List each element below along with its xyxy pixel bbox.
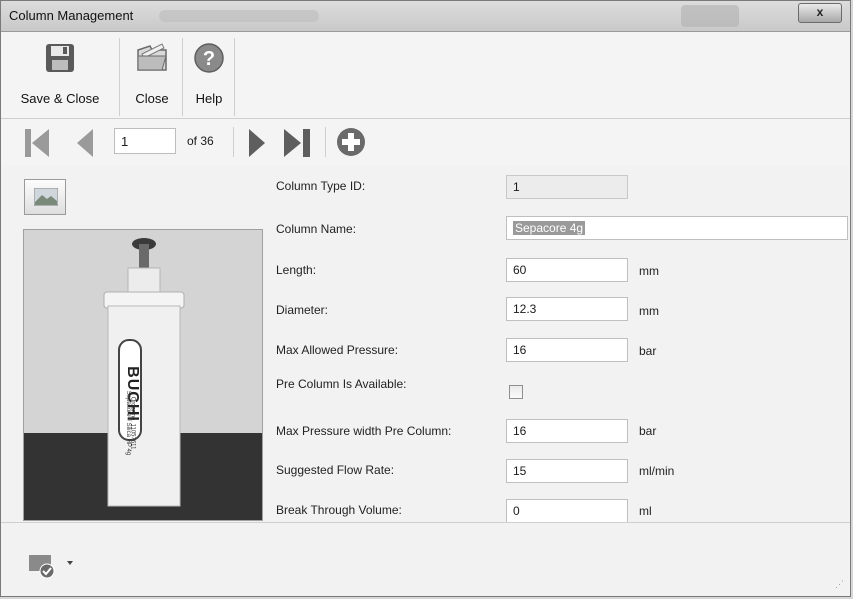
- max-pressure-label: Max Allowed Pressure:: [276, 343, 399, 357]
- pre-column-checkbox[interactable]: [509, 385, 523, 399]
- max-pressure-unit: bar: [639, 344, 657, 358]
- close-folder-icon: [132, 40, 172, 79]
- pre-column-label: Pre Column Is Available:: [276, 377, 407, 391]
- flow-rate-unit: ml/min: [639, 464, 675, 478]
- help-label: Help: [195, 91, 223, 106]
- flow-rate-field[interactable]: 15: [506, 459, 628, 483]
- photo-product-text: Sepacore® Silica HP 4g: [125, 390, 132, 456]
- help-question-icon: ?: [191, 40, 227, 79]
- column-name-value: Sepacore 4g: [513, 221, 586, 235]
- column-photo: BUCHI Order no. 11057611 Sepacore® Silic…: [23, 229, 263, 521]
- help-button[interactable]: ? Help: [184, 38, 235, 116]
- diameter-field[interactable]: 12.3: [506, 297, 628, 321]
- break-volume-field[interactable]: 0: [506, 499, 628, 523]
- diameter-unit: mm: [639, 304, 659, 318]
- status-check-icon[interactable]: [27, 551, 83, 582]
- column-name-field[interactable]: Sepacore 4g: [506, 216, 848, 240]
- column-name-label: Column Name:: [276, 222, 357, 236]
- image-button[interactable]: [24, 179, 66, 215]
- column-type-id-field: 1: [506, 175, 628, 199]
- close-button[interactable]: Close: [122, 38, 183, 116]
- title-bar: Column Management x: [1, 1, 850, 32]
- last-record-icon[interactable]: [281, 126, 317, 163]
- page-count-label: of 36: [187, 134, 214, 148]
- length-field[interactable]: 60: [506, 258, 628, 282]
- add-record-icon[interactable]: [335, 126, 367, 161]
- resize-grip-icon[interactable]: ⋰: [835, 579, 844, 590]
- break-volume-label: Break Through Volume:: [276, 503, 402, 517]
- length-label: Length:: [276, 263, 317, 277]
- column-management-window: Column Management x Save & Close Close ?…: [0, 0, 851, 597]
- save-close-label: Save & Close: [20, 91, 100, 106]
- window-title: Column Management: [9, 8, 134, 23]
- close-label: Close: [135, 91, 169, 106]
- max-pressure-field[interactable]: 16: [506, 338, 628, 362]
- diameter-label: Diameter:: [276, 303, 329, 317]
- floppy-save-icon: [42, 40, 78, 79]
- next-record-icon[interactable]: [245, 126, 271, 163]
- max-pressure-pre-unit: bar: [639, 424, 657, 438]
- nav-separator: [325, 127, 326, 157]
- svg-text:?: ?: [203, 48, 215, 70]
- max-pressure-pre-field[interactable]: 16: [506, 419, 628, 443]
- save-close-button[interactable]: Save & Close: [1, 38, 120, 116]
- max-pressure-pre-label: Max Pressure width Pre Column:: [276, 424, 452, 438]
- blurred-title-text: [159, 10, 319, 22]
- length-unit: mm: [639, 264, 659, 278]
- break-volume-unit: ml: [639, 504, 652, 518]
- ribbon-toolbar: Save & Close Close ? Help: [1, 32, 850, 119]
- status-bar: [1, 522, 850, 596]
- window-close-button[interactable]: x: [798, 3, 842, 23]
- first-record-icon[interactable]: [23, 126, 51, 163]
- previous-record-icon[interactable]: [71, 126, 97, 163]
- blurred-title-icon: [681, 5, 739, 27]
- nav-separator: [233, 127, 234, 157]
- column-type-id-label: Column Type ID:: [276, 179, 366, 193]
- page-number-input[interactable]: 1: [114, 128, 176, 154]
- image-button-icon: [33, 187, 59, 209]
- flow-rate-label: Suggested Flow Rate:: [276, 463, 395, 477]
